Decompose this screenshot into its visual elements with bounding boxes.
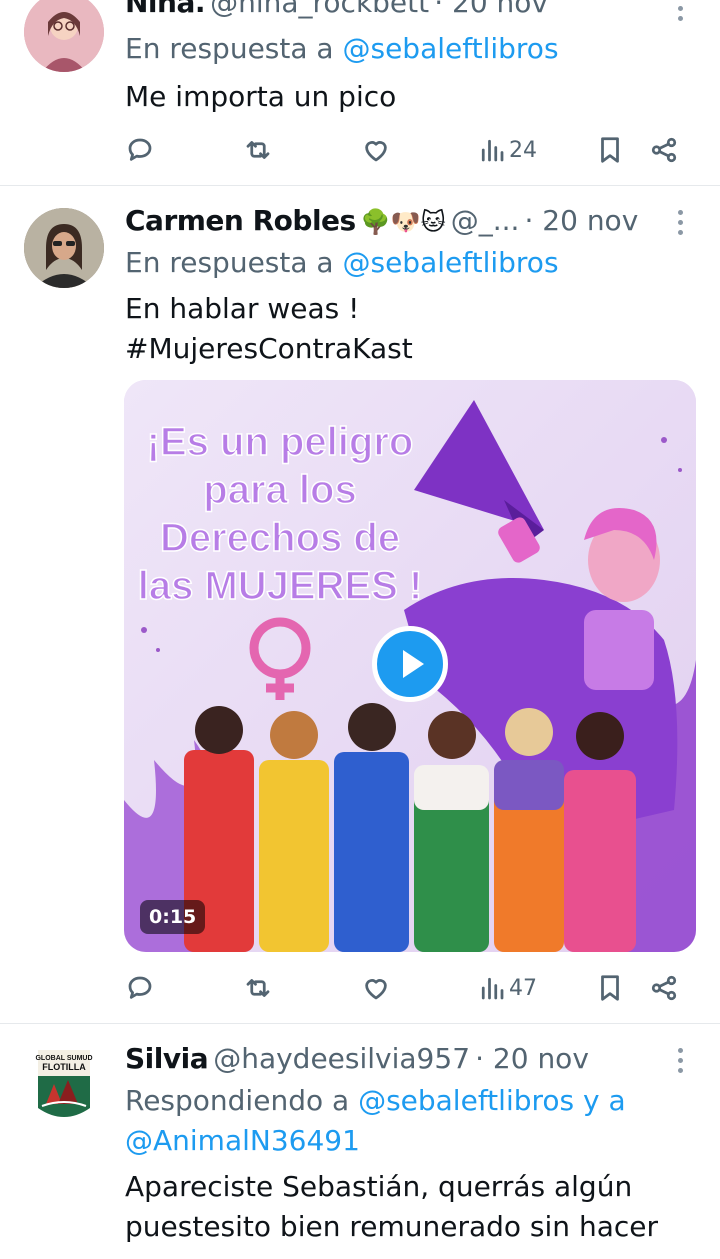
bookmark-icon — [601, 975, 619, 1001]
reply-mention-2[interactable]: @AnimalN36491 — [125, 1124, 360, 1157]
tweet-header: Silvia @haydeesilvia957 · 20 nov — [125, 1042, 589, 1075]
action-bar: 47 — [125, 968, 685, 1008]
reply-icon — [128, 138, 152, 161]
more-icon[interactable] — [678, 210, 684, 240]
tweet-text: En hablar weas ! — [125, 292, 360, 325]
more-icon[interactable] — [678, 1048, 684, 1078]
play-icon[interactable] — [372, 626, 448, 702]
tweet-header: Nina. @nina_rockbett · 20 nov — [125, 0, 548, 19]
tweet-header: Carmen Robles 🌳🐶🐱 @_... · 20 nov — [125, 204, 638, 237]
headline-line-3: Derechos de — [160, 516, 400, 560]
avatar-text-2: FLOTILLA — [42, 1062, 86, 1072]
display-name[interactable]: Nina. — [125, 0, 206, 19]
share-button[interactable] — [649, 130, 679, 170]
like-icon — [365, 141, 387, 162]
tweet-text-line-1: Apareciste Sebastián, querrás algún — [125, 1170, 633, 1203]
avatar[interactable]: GLOBAL SUMUD FLOTILLA — [24, 1046, 104, 1126]
tweet-text: Me importa un pico — [125, 80, 397, 113]
views-icon — [481, 977, 504, 1000]
reply-button[interactable] — [125, 130, 155, 170]
name-emojis: 🌳🐶🐱 — [360, 208, 446, 236]
retweet-icon — [246, 141, 270, 159]
reply-context: Respondiendo a @sebaleftlibros y a — [125, 1084, 626, 1117]
tweet-nina: Nina. @nina_rockbett · 20 nov En respues… — [0, 0, 720, 185]
avatar[interactable] — [24, 0, 104, 72]
tweet-text-line-2: puestesito bien remunerado sin hacer — [125, 1210, 658, 1243]
retweet-button[interactable] — [243, 130, 273, 170]
handle[interactable]: @haydeesilvia957 — [213, 1042, 470, 1075]
reply-icon — [128, 976, 152, 999]
display-name[interactable]: Carmen Robles — [125, 204, 356, 237]
headline-line-2: para los — [203, 468, 356, 512]
reply-context: En respuesta a @sebaleftlibros — [125, 32, 559, 65]
like-button[interactable] — [361, 130, 391, 170]
video-duration: 0:15 — [140, 900, 206, 934]
reply-button[interactable] — [125, 968, 155, 1008]
bookmark-button[interactable] — [595, 130, 625, 170]
views-icon — [481, 139, 504, 162]
timestamp[interactable]: · 20 nov — [434, 0, 548, 19]
reply-prefix: En respuesta a — [125, 246, 343, 279]
reply-mention[interactable]: @sebaleftlibros — [358, 1084, 574, 1117]
retweet-button[interactable] — [243, 968, 273, 1008]
more-icon[interactable] — [678, 6, 684, 26]
tweet-silvia: GLOBAL SUMUD FLOTILLA Silvia @haydeesilv… — [0, 1024, 720, 1259]
retweet-icon — [246, 979, 270, 997]
handle[interactable]: @_... — [451, 204, 520, 237]
video-thumbnail[interactable]: ¡Es un peligro para los Derechos de las … — [124, 380, 696, 952]
headline-line-1: ¡Es un peligro — [147, 420, 414, 464]
share-icon — [651, 975, 677, 1001]
headline-line-4: las MUJERES ! — [138, 564, 423, 608]
timestamp[interactable]: · 20 nov — [475, 1042, 589, 1075]
action-bar: 24 — [125, 130, 685, 170]
views-button[interactable]: 24 — [477, 130, 537, 170]
bookmark-icon — [601, 137, 619, 163]
display-name[interactable]: Silvia — [125, 1042, 209, 1075]
bookmark-button[interactable] — [595, 968, 625, 1008]
reply-mention[interactable]: @sebaleftlibros — [342, 246, 558, 279]
share-button[interactable] — [649, 968, 679, 1008]
views-count: 24 — [509, 137, 537, 163]
avatar-text-1: GLOBAL SUMUD — [35, 1055, 92, 1062]
share-icon — [651, 137, 677, 163]
handle[interactable]: @nina_rockbett — [210, 0, 429, 19]
views-button[interactable]: 47 — [477, 968, 537, 1008]
reply-join: y a — [574, 1084, 626, 1117]
reply-context-2: @AnimalN36491 — [125, 1124, 360, 1157]
reply-prefix: Respondiendo a — [125, 1084, 359, 1117]
hashtag-link[interactable]: #MujeresContraKast — [125, 332, 413, 365]
timestamp[interactable]: · 20 nov — [524, 204, 638, 237]
like-icon — [365, 979, 387, 1000]
reply-prefix: En respuesta a — [125, 32, 343, 65]
like-button[interactable] — [361, 968, 391, 1008]
reply-mention[interactable]: @sebaleftlibros — [342, 32, 558, 65]
reply-context: En respuesta a @sebaleftlibros — [125, 246, 559, 279]
views-count: 47 — [509, 975, 537, 1001]
avatar[interactable] — [24, 208, 104, 288]
